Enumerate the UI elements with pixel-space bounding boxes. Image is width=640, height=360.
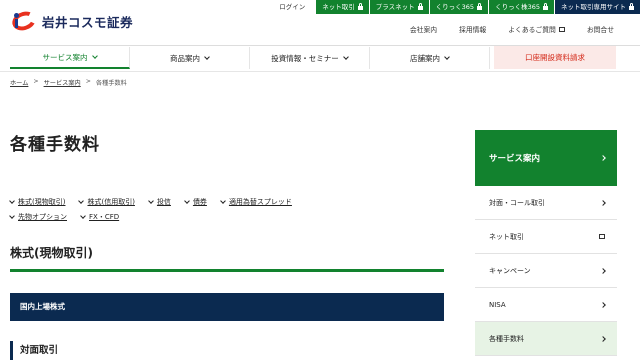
chevron-right-icon (600, 267, 606, 274)
header-divider (0, 71, 640, 72)
login-link[interactable]: ログイン (269, 0, 315, 14)
nav-investment-info[interactable]: 投資情報・セミナー (250, 47, 370, 69)
side-menu: サービス案内 対面・コール取引 ネット取引 キャンペーン NISA 各種手数料 (475, 130, 617, 356)
nav-products[interactable]: 商品案内 (130, 47, 250, 69)
chevron-down-icon (184, 197, 190, 204)
anchor-stock-cash[interactable]: 株式(現物取引) (9, 197, 65, 207)
anchor-fx-spread[interactable]: 適用為替スプレッド (220, 197, 292, 207)
external-link-icon (599, 234, 605, 239)
plus-net-button[interactable]: プラスネット (369, 0, 429, 14)
breadcrumb: ホーム > サービス案内 > 各種手数料 (10, 78, 127, 87)
lock-icon (357, 3, 363, 10)
chevron-right-icon (600, 301, 606, 308)
breadcrumb-home[interactable]: ホーム (10, 78, 28, 87)
faq-link[interactable]: よくあるご質問 (508, 24, 565, 34)
chevron-right-icon (600, 335, 606, 342)
brand-logo[interactable]: 岩井コスモ証券 (8, 8, 134, 34)
chevron-right-icon (600, 155, 606, 161)
anchor-funds[interactable]: 投信 (148, 197, 171, 207)
section-rule (10, 269, 444, 272)
side-item-nisa[interactable]: NISA (475, 288, 617, 322)
lock-icon (417, 3, 423, 10)
chevron-down-icon (78, 197, 85, 204)
chevron-down-icon (148, 197, 154, 204)
category-bar: 国内上場株式 (10, 293, 444, 321)
recruit-link[interactable]: 採用情報 (459, 24, 486, 34)
anchor-futures-options[interactable]: 先物オプション (9, 212, 67, 222)
section-title: 株式(現物取引) (10, 246, 93, 260)
anchor-fx-cfd[interactable]: FX・CFD (80, 212, 119, 222)
lock-icon (629, 3, 634, 10)
external-link-icon (558, 26, 565, 32)
page-title: 各種手数料 (10, 135, 100, 155)
anchor-bonds[interactable]: 債券 (184, 197, 207, 207)
chevron-down-icon (342, 53, 349, 60)
side-item-face-to-face[interactable]: 対面・コール取引 (475, 186, 617, 220)
company-link[interactable]: 会社案内 (410, 24, 437, 34)
chevron-down-icon (9, 197, 15, 204)
click-kabu365-button[interactable]: くりっく株365 (489, 0, 554, 14)
anchor-links: 株式(現物取引) 株式(信用取引) 投信 債券 適用為替スプレッド 先物オプショ… (9, 197, 450, 227)
top-utility-bar: ログイン ネット取引 プラスネット くりっく365 くりっく株365 ネット取引… (269, 0, 640, 14)
chevron-down-icon (80, 212, 86, 219)
breadcrumb-separator: > (33, 78, 39, 85)
logo-mark-icon (8, 8, 39, 34)
nav-stores[interactable]: 店舗案内 (370, 47, 490, 69)
net-trading-site-button[interactable]: ネット取引専用サイト (555, 0, 640, 14)
lock-icon (543, 3, 548, 10)
account-request-button[interactable]: 口座開設資料請求 (494, 46, 616, 69)
chevron-down-icon (220, 197, 226, 204)
net-trading-button[interactable]: ネット取引 (316, 0, 369, 14)
lock-icon (477, 3, 483, 10)
side-item-campaign[interactable]: キャンペーン (475, 254, 617, 288)
nav-services[interactable]: サービス案内 (10, 47, 130, 69)
side-item-fees[interactable]: 各種手数料 (475, 322, 617, 356)
breadcrumb-current: 各種手数料 (95, 80, 127, 87)
contact-link[interactable]: お問合せ (587, 24, 614, 34)
utility-links: 会社案内 採用情報 よくあるご質問 お問合せ (410, 24, 614, 34)
side-menu-head[interactable]: サービス案内 (475, 130, 617, 186)
chevron-down-icon (444, 53, 450, 60)
breadcrumb-separator: > (85, 78, 91, 85)
click365-button[interactable]: くりっく365 (429, 0, 489, 14)
chevron-down-icon (204, 53, 210, 60)
global-nav: サービス案内 商品案内 投資情報・セミナー 店舗案内 口座開設資料請求 (10, 45, 640, 69)
breadcrumb-services[interactable]: サービス案内 (44, 78, 81, 87)
chevron-down-icon (9, 212, 15, 219)
subsection-title: 対面取引 (10, 341, 58, 360)
brand-name: 岩井コスモ証券 (42, 14, 134, 30)
side-item-net-trading[interactable]: ネット取引 (475, 220, 617, 254)
anchor-stock-margin[interactable]: 株式(信用取引) (78, 197, 135, 207)
chevron-right-icon (600, 199, 606, 206)
chevron-down-icon (91, 52, 98, 59)
